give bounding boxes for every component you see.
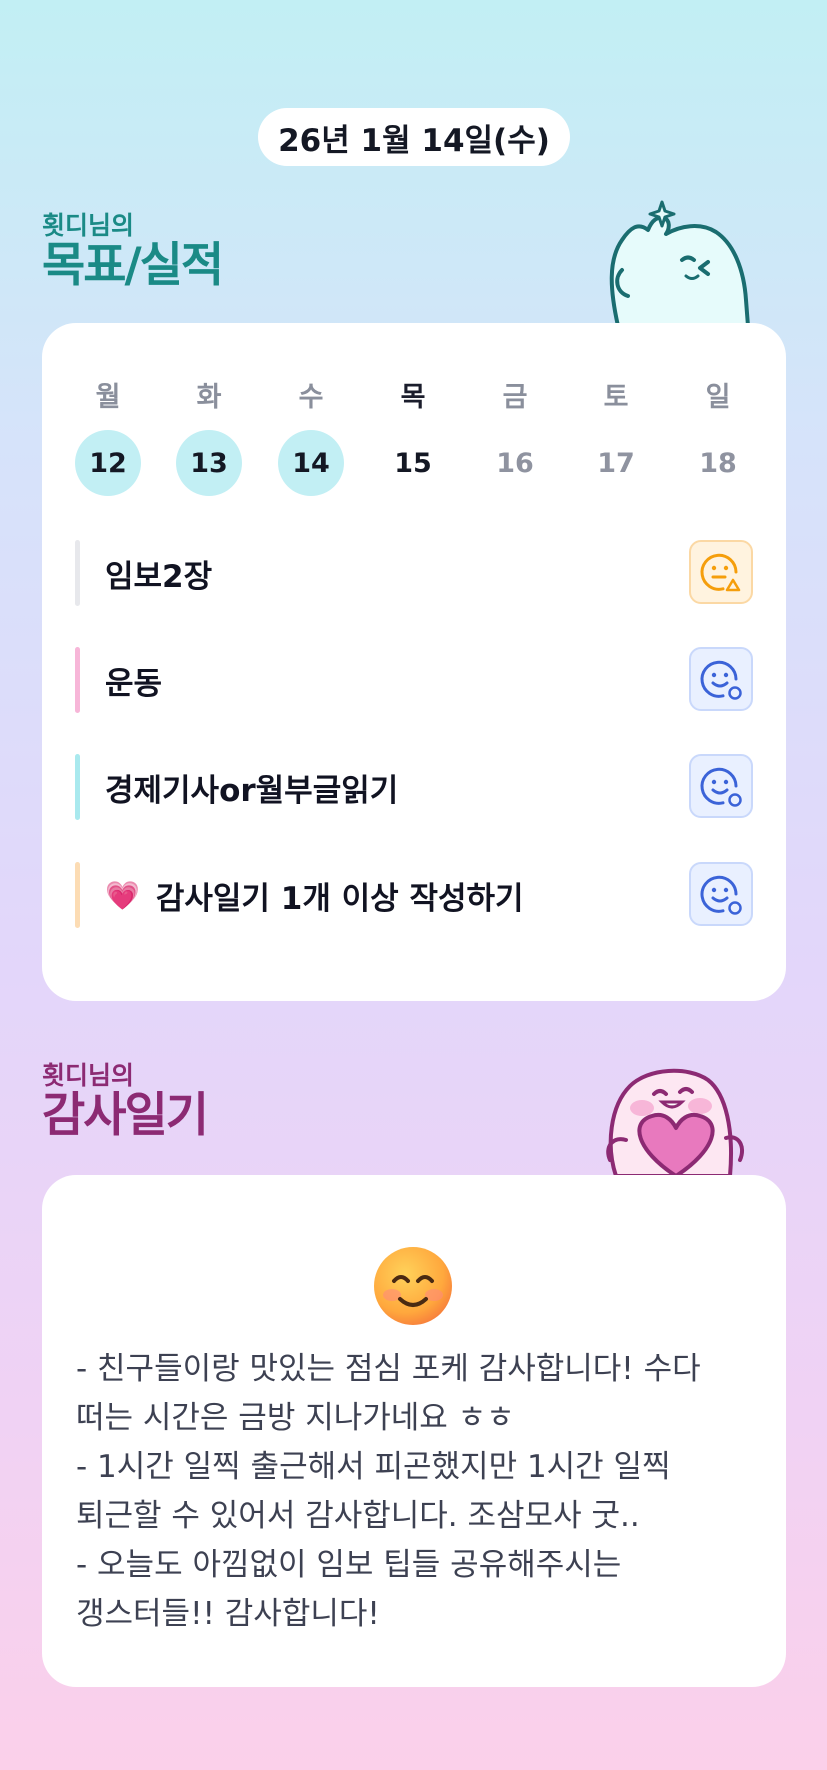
goal-label: 운동 [105,665,163,702]
weekday-label: 월 [95,382,121,413]
goal-text-wrap: 💗 감사일기 1개 이상 작성하기 [105,862,524,928]
weekday-label: 일 [705,382,731,413]
weekday-label: 금 [502,382,528,413]
goal-color-bar [75,647,80,713]
goal-item[interactable]: 임보2장 [75,540,753,606]
goal-label: 경제기사or월부글읽기 [105,772,399,809]
diary-section-title: 횟디님의 감사일기 [42,1061,209,1143]
goal-item[interactable]: 💗 감사일기 1개 이상 작성하기 [75,862,753,928]
goal-color-bar [75,540,80,606]
goal-status-button[interactable] [689,754,753,818]
diary-text: - 친구들이랑 맛있는 점심 포케 감사합니다! 수다 떠는 시간은 금방 지나… [76,1351,701,1632]
diary-owner-label: 횟디님의 [42,1061,135,1090]
day-number-16[interactable]: 16 [482,430,548,496]
weekday-label: 화 [196,382,222,413]
face-ok-icon [699,657,743,701]
goals-title-label: 목표/실적 [42,238,224,293]
goal-text-wrap: 임보2장 [105,540,212,606]
mascot-ghost-icon [609,200,750,326]
goals-card: 월 12 화 13 수 14 목 15 금 16 토 17 일 18 임보2장운동경제기사or월부글읽기 💗… [42,323,786,1001]
day-number-12[interactable]: 12 [75,430,141,496]
goal-status-button[interactable] [689,540,753,604]
day-number-13[interactable]: 13 [176,430,242,496]
goals-owner-label: 횟디님의 [42,211,135,240]
date-label: 26년 1월 14일(수) [278,122,550,159]
diary-card: - 친구들이랑 맛있는 점심 포케 감사합니다! 수다 떠는 시간은 금방 지나… [42,1175,786,1687]
diary-title-label: 감사일기 [42,1088,209,1143]
goals-section-title: 횟디님의 목표/실적 [42,211,224,293]
goal-text-wrap: 경제기사or월부글읽기 [105,754,398,820]
face-warning-icon [699,550,743,594]
day-number-17[interactable]: 17 [583,430,649,496]
face-ok-icon [699,872,743,916]
goal-status-button[interactable] [689,862,753,926]
weekday-label: 목 [400,382,426,413]
date-pill: 26년 1월 14일(수) [258,108,570,166]
day-number-18[interactable]: 18 [685,430,751,496]
goal-status-button[interactable] [689,647,753,711]
goal-color-bar [75,862,80,928]
goal-text-wrap: 운동 [105,647,162,713]
weekday-label: 수 [298,382,324,413]
face-ok-icon [699,764,743,808]
goal-label: 임보2장 [105,558,213,595]
heart-icon: 💗 [105,878,140,912]
goal-item[interactable]: 경제기사or월부글읽기 [75,754,753,820]
goal-color-bar [75,754,80,820]
day-number-14[interactable]: 14 [278,430,344,496]
goal-item[interactable]: 운동 [75,647,753,713]
goal-label: 감사일기 1개 이상 작성하기 [155,880,524,917]
smiling-face-icon [374,1247,452,1325]
weekday-label: 토 [603,382,629,413]
mascot-heart-icon [606,1068,745,1176]
day-number-15[interactable]: 15 [380,430,446,496]
